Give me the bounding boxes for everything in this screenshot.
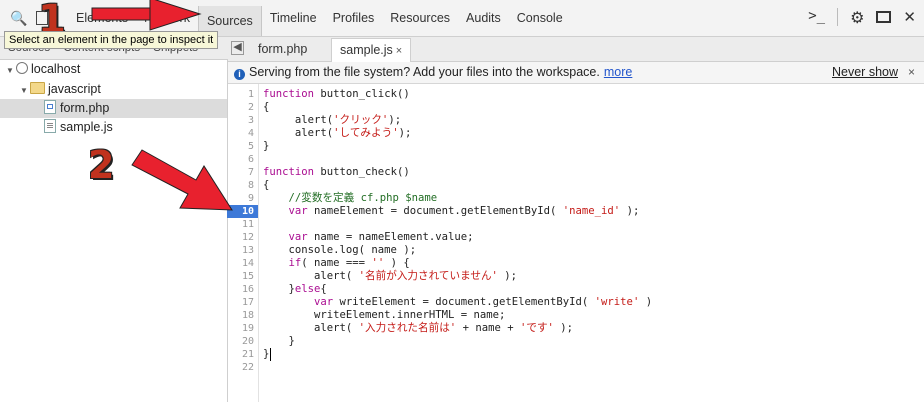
tree-item-label: form.php bbox=[60, 101, 110, 115]
file-tabs: form.php sample.js × bbox=[228, 37, 924, 62]
line-number[interactable]: 15 bbox=[230, 270, 254, 283]
text-cursor bbox=[270, 348, 271, 361]
tree-item-form-php[interactable]: form.php bbox=[0, 99, 227, 118]
line-number[interactable]: 7 bbox=[230, 166, 254, 179]
line-number[interactable]: 12 bbox=[230, 231, 254, 244]
close-tab-icon[interactable]: × bbox=[396, 45, 402, 57]
js-file-icon bbox=[44, 119, 56, 133]
line-number[interactable]: 14 bbox=[230, 257, 254, 270]
file-tab-label: form.php bbox=[258, 42, 308, 56]
never-show-link[interactable]: Never show bbox=[832, 62, 898, 83]
file-tab-label: sample.js bbox=[340, 43, 393, 57]
breakpoint-line-number[interactable]: 10 bbox=[227, 205, 258, 218]
code-line[interactable]: } bbox=[263, 335, 295, 348]
line-number[interactable]: 21 bbox=[230, 348, 254, 361]
close-icon[interactable]: × bbox=[908, 62, 915, 83]
line-number[interactable]: 16 bbox=[230, 283, 254, 296]
code-line[interactable]: { bbox=[263, 101, 269, 114]
tab-console[interactable]: Console bbox=[509, 0, 571, 37]
tree-item-label: localhost bbox=[31, 62, 81, 76]
code-line[interactable]: }else{ bbox=[263, 283, 327, 296]
line-number[interactable]: 19 bbox=[230, 322, 254, 335]
line-number[interactable]: 17 bbox=[230, 296, 254, 309]
line-number[interactable]: 22 bbox=[230, 361, 254, 374]
line-number[interactable]: 18 bbox=[230, 309, 254, 322]
close-icon[interactable]: ✕ bbox=[903, 8, 916, 28]
workspace-infobar: i Serving from the file system? Add your … bbox=[228, 62, 924, 84]
code-line-breakpoint[interactable]: var nameElement = document.getElementByI… bbox=[263, 205, 640, 218]
search-icon[interactable]: 🔍 bbox=[10, 10, 27, 27]
gear-icon[interactable]: ⚙ bbox=[850, 8, 864, 28]
tab-timeline[interactable]: Timeline bbox=[262, 0, 325, 37]
infobar-message: Serving from the file system? Add your f… bbox=[249, 65, 600, 79]
toolbar-divider bbox=[837, 8, 839, 26]
collapse-navigator-button[interactable]: ◀ bbox=[231, 41, 244, 55]
code-line[interactable]: if( name === '' ) { bbox=[263, 257, 410, 270]
code-editor[interactable]: 1 2 3 4 5 6 7 8 9 10 11 12 13 14 15 16 1… bbox=[227, 84, 924, 402]
expand-triangle-icon[interactable]: ▼ bbox=[6, 61, 16, 80]
tree-item-javascript[interactable]: ▼ javascript bbox=[20, 80, 101, 99]
line-number[interactable]: 1 bbox=[230, 88, 254, 101]
code-line[interactable]: alert( '入力された名前は' + name + 'です' ); bbox=[263, 322, 573, 335]
code-line[interactable]: function button_click() bbox=[263, 88, 410, 101]
line-number[interactable]: 3 bbox=[230, 114, 254, 127]
line-number[interactable]: 5 bbox=[230, 140, 254, 153]
code-line[interactable]: } bbox=[263, 140, 269, 153]
more-link[interactable]: more bbox=[604, 65, 632, 79]
code-line[interactable]: var name = nameElement.value; bbox=[263, 231, 474, 244]
html-file-icon bbox=[44, 100, 56, 114]
inspect-tooltip: Select an element in the page to inspect… bbox=[4, 31, 219, 49]
file-tab-sample-js[interactable]: sample.js × bbox=[331, 38, 412, 62]
tab-resources[interactable]: Resources bbox=[382, 0, 458, 37]
tree-item-localhost[interactable]: ▼ localhost bbox=[6, 60, 80, 79]
line-number[interactable]: 20 bbox=[230, 335, 254, 348]
annotation-badge-2: 2 bbox=[88, 143, 116, 187]
expand-triangle-icon[interactable]: ▼ bbox=[20, 81, 30, 100]
code-line[interactable]: console.log( name ); bbox=[263, 244, 417, 257]
code-line[interactable]: { bbox=[263, 179, 269, 192]
tree-item-sample-js[interactable]: sample.js bbox=[44, 118, 113, 137]
code-line[interactable]: alert('クリック'); bbox=[263, 114, 401, 127]
tab-audits[interactable]: Audits bbox=[458, 0, 509, 37]
globe-icon bbox=[16, 62, 28, 74]
code-line[interactable]: } bbox=[263, 348, 269, 361]
file-tab-form-php[interactable]: form.php bbox=[250, 38, 315, 62]
line-number[interactable]: 2 bbox=[230, 101, 254, 114]
info-icon: i bbox=[234, 69, 245, 80]
line-number[interactable]: 13 bbox=[230, 244, 254, 257]
tree-item-label: sample.js bbox=[60, 120, 113, 134]
tree-item-label: javascript bbox=[48, 82, 101, 96]
line-number[interactable]: 4 bbox=[230, 127, 254, 140]
folder-icon bbox=[30, 82, 45, 94]
dock-icon[interactable] bbox=[876, 11, 892, 23]
line-number[interactable]: 11 bbox=[230, 218, 254, 231]
code-line[interactable]: function button_check() bbox=[263, 166, 410, 179]
line-number[interactable]: 9 bbox=[230, 192, 254, 205]
tab-profiles[interactable]: Profiles bbox=[325, 0, 383, 37]
console-drawer-icon[interactable]: >_ bbox=[808, 8, 825, 28]
line-number-gutter[interactable]: 1 2 3 4 5 6 7 8 9 10 11 12 13 14 15 16 1… bbox=[227, 84, 259, 402]
line-number[interactable]: 8 bbox=[230, 179, 254, 192]
code-line[interactable]: var writeElement = document.getElementBy… bbox=[263, 296, 652, 309]
file-navigator: ▼ localhost ▼ javascript form.php sample.j… bbox=[0, 60, 228, 402]
code-line[interactable]: writeElement.innerHTML = name; bbox=[263, 309, 505, 322]
line-number[interactable]: 6 bbox=[230, 153, 254, 166]
code-line[interactable]: //変数を定義 cf.php $name bbox=[263, 192, 438, 205]
code-line[interactable]: alert( '名前が入力されていません' ); bbox=[263, 270, 517, 283]
code-line[interactable]: alert('してみよう'); bbox=[263, 127, 411, 140]
